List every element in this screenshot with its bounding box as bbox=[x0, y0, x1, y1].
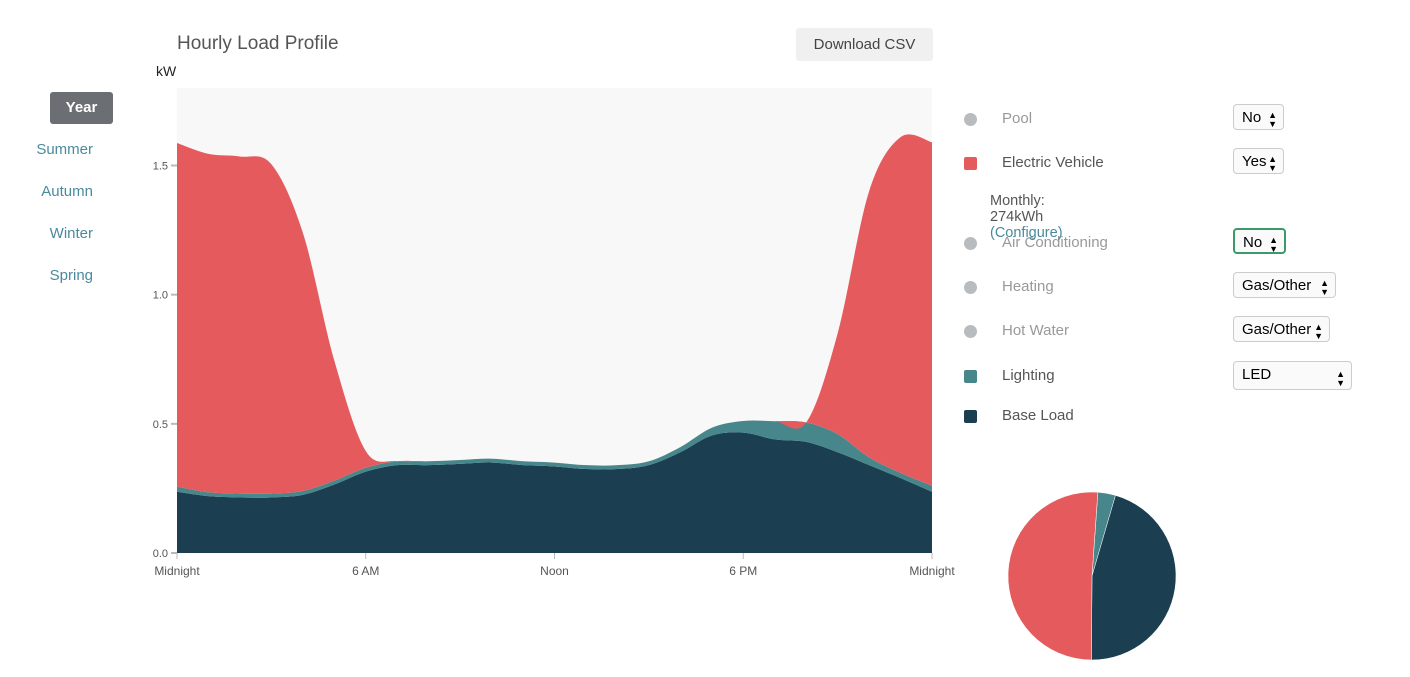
pool-select[interactable]: No ▲ ▼ bbox=[1233, 104, 1284, 130]
y-axis-label: kW bbox=[156, 63, 177, 79]
legend-row-heating: Heating Gas/Other ▲ ▼ bbox=[960, 272, 1360, 302]
ev-square-icon bbox=[964, 157, 977, 170]
legend-row-base-load: Base Load bbox=[960, 401, 1360, 431]
updown-arrow-icon: ▲ ▼ bbox=[1268, 154, 1277, 173]
lighting-square-icon bbox=[964, 370, 977, 383]
x-tick-label: Midnight bbox=[909, 564, 955, 578]
pie-slice-electric-vehicle bbox=[1007, 491, 1099, 661]
x-tick-label: Midnight bbox=[154, 564, 200, 578]
y-tick-label: 0.0 bbox=[153, 548, 168, 560]
legend-row-ev: Electric Vehicle Yes ▲ ▼ bbox=[960, 148, 1360, 178]
legend-label: Pool bbox=[1002, 110, 1033, 127]
ev-select[interactable]: Yes ▲ ▼ bbox=[1233, 148, 1284, 174]
y-tick-label: 1.5 bbox=[153, 161, 168, 173]
legend-label: Lighting bbox=[1002, 367, 1055, 384]
hot-water-dot-icon bbox=[964, 325, 977, 338]
y-tick-label: 0.5 bbox=[153, 419, 168, 431]
pool-dot-icon bbox=[964, 113, 977, 126]
ac-select[interactable]: No ▲ ▼ bbox=[1233, 228, 1286, 254]
legend-row-pool: Pool No ▲ ▼ bbox=[960, 104, 1360, 134]
x-tick-label: Noon bbox=[540, 564, 569, 578]
base-load-square-icon bbox=[964, 410, 977, 423]
legend-label: Heating bbox=[1002, 278, 1054, 295]
updown-arrow-icon: ▲ ▼ bbox=[1320, 278, 1329, 297]
updown-arrow-icon: ▲ ▼ bbox=[1268, 110, 1277, 129]
updown-arrow-icon: ▲ ▼ bbox=[1269, 235, 1278, 254]
legend-label: Electric Vehicle bbox=[1002, 154, 1104, 171]
updown-arrow-icon: ▲ ▼ bbox=[1314, 322, 1323, 341]
y-tick-label: 1.0 bbox=[153, 290, 168, 302]
x-tick-label: 6 PM bbox=[729, 564, 757, 578]
ac-dot-icon bbox=[964, 237, 977, 250]
x-tick-label: 6 AM bbox=[352, 564, 379, 578]
updown-arrow-icon: ▲ ▼ bbox=[1336, 369, 1345, 388]
lighting-select[interactable]: LED ▲ ▼ bbox=[1233, 361, 1352, 390]
legend-row-lighting: Lighting LED ▲ ▼ bbox=[960, 361, 1360, 391]
legend-label: Hot Water bbox=[1002, 322, 1069, 339]
hot-water-select[interactable]: Gas/Other ▲ ▼ bbox=[1233, 316, 1330, 342]
ev-monthly-summary: Monthly: 274kWh (Configure) bbox=[990, 193, 1063, 241]
legend-row-hot-water: Hot Water Gas/Other ▲ ▼ bbox=[960, 316, 1360, 346]
heating-dot-icon bbox=[964, 281, 977, 294]
configure-link[interactable]: (Configure) bbox=[990, 225, 1063, 241]
heating-select[interactable]: Gas/Other ▲ ▼ bbox=[1233, 272, 1336, 298]
legend-label: Base Load bbox=[1002, 407, 1074, 424]
